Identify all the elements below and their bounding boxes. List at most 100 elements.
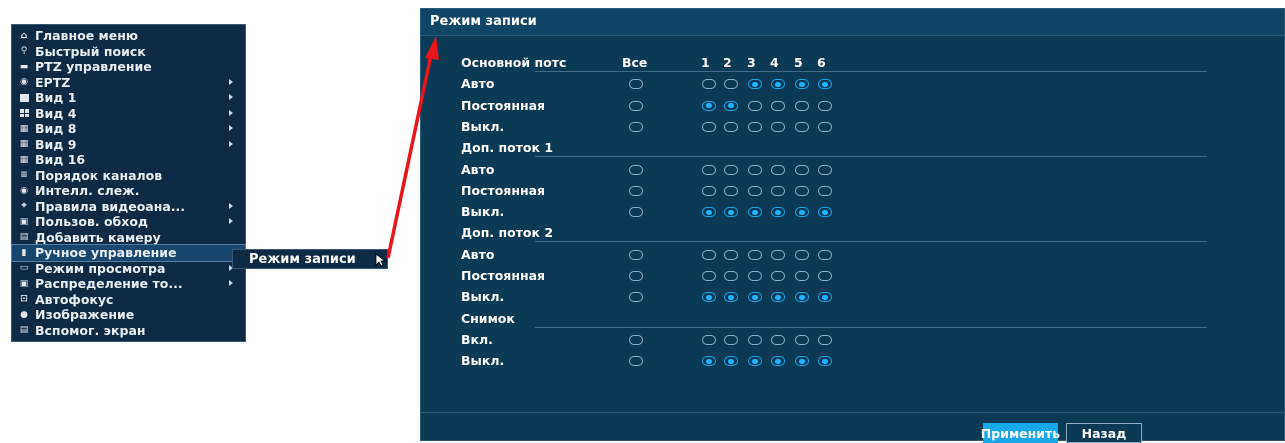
radio-all[interactable] — [629, 334, 643, 345]
radio-channel[interactable] — [771, 356, 785, 367]
menu-item[interactable]: ▦ Вид 16 — [12, 152, 245, 168]
radio-channel[interactable] — [818, 271, 832, 281]
radio-channel[interactable] — [748, 356, 762, 367]
radio-channel[interactable] — [818, 334, 832, 345]
radio-channel[interactable] — [795, 292, 809, 303]
radio-channel[interactable] — [795, 356, 809, 367]
radio-channel[interactable] — [771, 207, 785, 218]
radio-channel[interactable] — [702, 249, 716, 260]
radio-channel[interactable] — [818, 207, 832, 218]
radio-channel[interactable] — [702, 334, 716, 345]
menu-item[interactable]: ◉ EPTZ — [12, 75, 245, 91]
radio-channel[interactable] — [771, 79, 785, 90]
radio-channel[interactable] — [818, 356, 832, 367]
radio-channel[interactable] — [795, 249, 809, 260]
submenu-record-mode[interactable]: Режим записи — [232, 249, 388, 269]
menu-item[interactable]: ▬ PTZ управление — [12, 59, 245, 75]
radio-channel[interactable] — [724, 334, 738, 345]
menu-item[interactable]: ⚲ Быстрый поиск — [12, 44, 245, 60]
radio-channel[interactable] — [771, 121, 785, 132]
radio-channel[interactable] — [702, 79, 716, 90]
radio-channel[interactable] — [771, 249, 785, 260]
radio-channel[interactable] — [748, 334, 762, 345]
radio-channel[interactable] — [724, 207, 738, 218]
radio-channel[interactable] — [702, 207, 716, 218]
radio-all[interactable] — [629, 100, 643, 111]
radio-channel[interactable] — [702, 164, 716, 175]
menu-item[interactable]: ◉ Интелл. слеж. — [12, 183, 245, 199]
menu-item[interactable]: ▦ Вид 8 — [12, 121, 245, 137]
radio-channel[interactable] — [818, 79, 832, 90]
radio-channel[interactable] — [702, 100, 716, 111]
radio-channel[interactable] — [724, 292, 738, 303]
radio-all[interactable] — [629, 79, 643, 90]
menu-item[interactable]: ▭ Режим просмотра — [12, 261, 245, 277]
menu-item[interactable]: ▣ Пользов. обход — [12, 214, 245, 230]
radio-channel[interactable] — [748, 164, 762, 175]
apply-button[interactable]: Применить — [981, 423, 1060, 443]
radio-all[interactable] — [629, 356, 643, 367]
radio-all[interactable] — [629, 271, 643, 281]
radio-all[interactable] — [629, 292, 643, 303]
radio-channel[interactable] — [795, 207, 809, 218]
radio-channel[interactable] — [771, 292, 785, 303]
radio-all[interactable] — [629, 121, 643, 132]
menu-item[interactable]: ▮ Ручное управление — [11, 244, 246, 262]
radio-channel[interactable] — [748, 271, 762, 281]
radio-channel[interactable] — [724, 100, 738, 111]
radio-channel[interactable] — [818, 249, 832, 260]
radio-channel[interactable] — [818, 292, 832, 303]
radio-channel[interactable] — [795, 121, 809, 132]
menu-item[interactable]: Вид 1 — [12, 90, 245, 106]
radio-all[interactable] — [629, 185, 643, 196]
menu-item[interactable]: ● Изображение — [12, 307, 245, 323]
radio-channel[interactable] — [795, 185, 809, 196]
menu-item[interactable]: ⊡ Автофокус — [12, 292, 245, 308]
radio-channel[interactable] — [702, 292, 716, 303]
radio-channel[interactable] — [748, 292, 762, 303]
radio-channel[interactable] — [795, 271, 809, 281]
radio-channel[interactable] — [702, 185, 716, 196]
radio-channel[interactable] — [771, 271, 785, 281]
radio-channel[interactable] — [771, 334, 785, 345]
radio-channel[interactable] — [771, 185, 785, 196]
menu-item[interactable]: ▦ Вид 9 — [12, 137, 245, 153]
radio-channel[interactable] — [748, 249, 762, 260]
radio-channel[interactable] — [818, 185, 832, 196]
radio-channel[interactable] — [771, 164, 785, 175]
radio-channel[interactable] — [771, 100, 785, 111]
radio-all[interactable] — [629, 249, 643, 260]
radio-channel[interactable] — [702, 121, 716, 132]
radio-all[interactable] — [629, 164, 643, 175]
radio-channel[interactable] — [724, 271, 738, 281]
radio-channel[interactable] — [748, 100, 762, 111]
menu-item[interactable]: ▣ Распределение то... — [12, 276, 245, 292]
radio-channel[interactable] — [748, 121, 762, 132]
radio-channel[interactable] — [795, 334, 809, 345]
radio-channel[interactable] — [818, 100, 832, 111]
menu-item[interactable]: ⌂ Главное меню — [12, 28, 245, 44]
menu-item[interactable]: ▤ Добавить камеру — [12, 230, 245, 246]
back-button[interactable]: Назад — [1066, 423, 1142, 443]
radio-channel[interactable] — [818, 121, 832, 132]
radio-channel[interactable] — [795, 79, 809, 90]
radio-channel[interactable] — [748, 185, 762, 196]
radio-all[interactable] — [629, 207, 643, 218]
radio-channel[interactable] — [724, 185, 738, 196]
radio-channel[interactable] — [748, 79, 762, 90]
radio-channel[interactable] — [748, 207, 762, 218]
radio-channel[interactable] — [795, 164, 809, 175]
radio-channel[interactable] — [724, 79, 738, 90]
radio-channel[interactable] — [724, 164, 738, 175]
radio-channel[interactable] — [795, 100, 809, 111]
menu-item[interactable]: ▤ Вспомог. экран — [12, 323, 245, 339]
radio-channel[interactable] — [724, 356, 738, 367]
radio-channel[interactable] — [724, 121, 738, 132]
menu-item[interactable]: ⌖ Правила видеоана... — [12, 199, 245, 215]
radio-channel[interactable] — [724, 249, 738, 260]
radio-channel[interactable] — [818, 164, 832, 175]
radio-channel[interactable] — [702, 271, 716, 281]
radio-channel[interactable] — [702, 356, 716, 367]
menu-item[interactable]: Вид 4 — [12, 106, 245, 122]
menu-item[interactable]: ≡ Порядок каналов — [12, 168, 245, 184]
